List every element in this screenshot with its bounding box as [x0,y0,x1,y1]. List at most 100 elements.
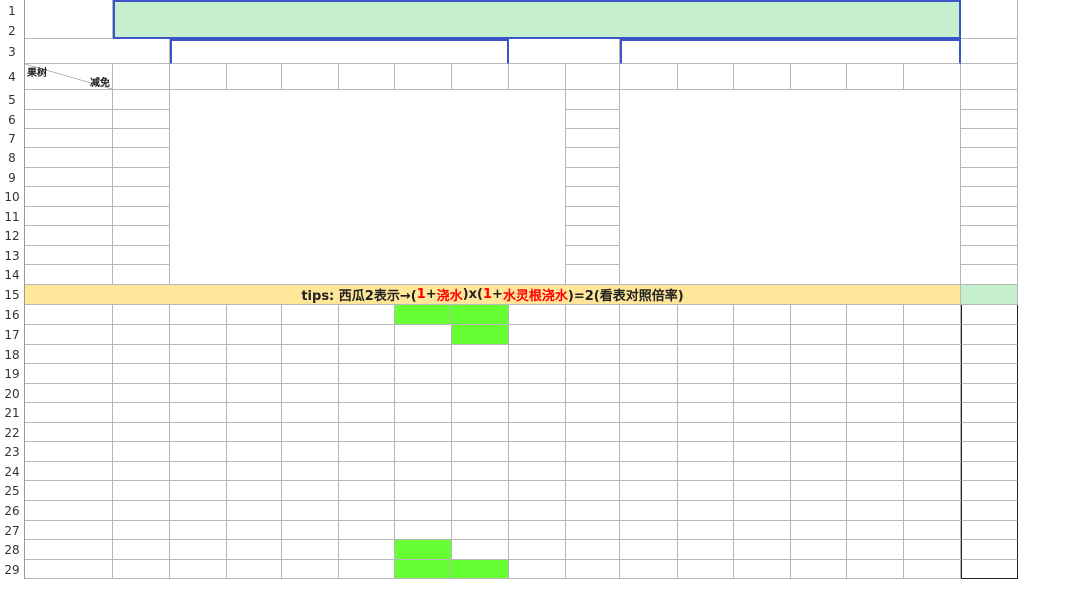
melon-left-value[interactable] [170,364,227,384]
melon-left-value[interactable] [170,521,227,540]
row-header[interactable]: 26 [0,501,25,521]
water-reduction-value[interactable] [961,403,1018,423]
fruit-right-value[interactable] [566,246,620,265]
melon-right-value[interactable] [904,345,961,364]
melon-name[interactable] [25,305,113,325]
melon-left-value[interactable] [339,501,395,521]
melon-right-value[interactable] [791,384,847,403]
melon-left-value[interactable] [113,462,170,481]
melon-left-value[interactable] [452,403,509,423]
cell-gap[interactable] [509,345,566,364]
left-section-header[interactable] [170,39,509,64]
melon-left-value[interactable] [395,521,452,540]
melon-right-value[interactable] [678,501,734,521]
cell-gap[interactable] [509,325,566,345]
melon-left-value[interactable] [170,540,227,560]
row-header[interactable]: 29 [0,560,25,579]
melon-left-value[interactable] [282,521,339,540]
melon-right-value[interactable] [678,305,734,325]
melon-right-value[interactable] [678,384,734,403]
water-reduction-value[interactable] [961,501,1018,521]
melon-left-value[interactable] [452,462,509,481]
row-header[interactable]: 15 [0,285,25,305]
melon-right-value[interactable] [678,403,734,423]
melon-right-value[interactable] [847,462,904,481]
cell-r-fruit[interactable] [961,265,1018,285]
melon-right-value[interactable] [620,521,678,540]
melon-left-value[interactable] [170,481,227,501]
melon-left-value[interactable] [339,364,395,384]
melon-right-value[interactable] [566,540,620,560]
melon-left-value[interactable] [227,560,282,579]
melon-right-value[interactable] [566,481,620,501]
melon-left-value[interactable] [227,462,282,481]
melon-left-value[interactable] [170,462,227,481]
water-reduction-header[interactable] [961,285,1018,305]
row-header[interactable]: 16 [0,305,25,325]
melon-left-value[interactable] [113,521,170,540]
melon-left-value[interactable] [227,481,282,501]
cell-gap[interactable] [509,423,566,442]
melon-right-value[interactable] [791,521,847,540]
melon-left-value[interactable] [170,345,227,364]
melon-right-value[interactable] [734,345,791,364]
fruit-left-value[interactable] [113,148,170,168]
melon-left-value[interactable] [395,481,452,501]
melon-left-value[interactable] [113,501,170,521]
melon-left-value[interactable] [282,364,339,384]
water-reduction-value[interactable] [961,540,1018,560]
water-reduction-value[interactable] [961,442,1018,462]
cell-r-fruit[interactable] [961,90,1018,110]
row-header[interactable]: 24 [0,462,25,481]
melon-left-value[interactable] [339,423,395,442]
melon-right-value[interactable] [847,560,904,579]
melon-right-value[interactable] [620,305,678,325]
melon-left-value[interactable] [339,325,395,345]
melon-right-value[interactable] [566,364,620,384]
fruit-left-value[interactable] [113,187,170,207]
melon-right-value[interactable] [734,501,791,521]
corner-header[interactable]: 果树 减免 [25,64,113,90]
water-reduction-value[interactable] [961,364,1018,384]
melon-left-value[interactable] [339,540,395,560]
fruit-right-value[interactable] [566,265,620,285]
melon-name[interactable] [25,442,113,462]
row-header[interactable]: 19 [0,364,25,384]
melon-right-value[interactable] [734,442,791,462]
melon-right-value[interactable] [620,560,678,579]
water-reduction-value[interactable] [961,521,1018,540]
cell-r-fruit[interactable] [961,129,1018,148]
melon-left-value[interactable] [113,305,170,325]
melon-left-value[interactable] [395,501,452,521]
melon-left-value[interactable] [227,423,282,442]
melon-right-value[interactable] [620,462,678,481]
cell-gap[interactable] [509,442,566,462]
right-col-header[interactable] [566,64,620,90]
melon-name[interactable] [25,423,113,442]
melon-left-value[interactable] [170,325,227,345]
fruit-right-value[interactable] [566,207,620,226]
melon-right-value[interactable] [620,325,678,345]
melon-right-value[interactable] [847,364,904,384]
melon-right-value[interactable] [678,462,734,481]
melon-right-value[interactable] [904,423,961,442]
cell-gap[interactable] [509,462,566,481]
melon-right-value[interactable] [791,423,847,442]
melon-left-value[interactable] [339,521,395,540]
cell-r-fruit[interactable] [961,226,1018,246]
left-unchanged-note[interactable] [170,90,566,285]
left-col-header[interactable] [113,64,170,90]
cell-r3[interactable] [961,39,1018,64]
melon-right-value[interactable] [734,364,791,384]
melon-left-value[interactable] [113,560,170,579]
right-col-header[interactable] [791,64,847,90]
water-reduction-value[interactable] [961,345,1018,364]
cell-r-fruit[interactable] [961,148,1018,168]
melon-right-value[interactable] [904,403,961,423]
sheet-title[interactable] [113,0,961,39]
melon-left-value[interactable] [227,305,282,325]
melon-left-value[interactable] [113,442,170,462]
melon-name[interactable] [25,364,113,384]
melon-left-value[interactable] [452,481,509,501]
melon-right-value[interactable] [904,305,961,325]
